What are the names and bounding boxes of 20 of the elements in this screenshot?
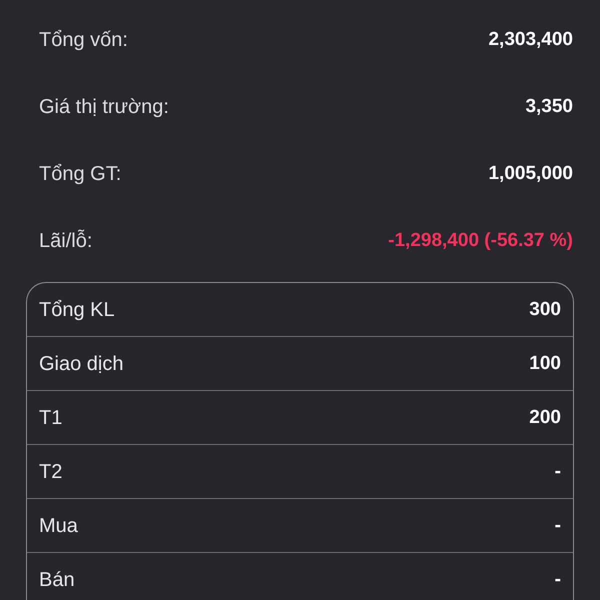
- table-label: Giao dịch: [39, 352, 124, 376]
- summary-value: -1,298,400 (-56.37 %): [388, 228, 573, 252]
- table-value: 300: [529, 298, 561, 322]
- summary-label: Lãi/lỗ:: [39, 228, 92, 252]
- summary-value: 2,303,400: [488, 28, 573, 52]
- summary-label: Tổng vốn:: [39, 28, 128, 52]
- summary-value: 1,005,000: [488, 162, 573, 186]
- summary-label: Giá thị trường:: [39, 94, 169, 118]
- table-value: -: [554, 568, 561, 592]
- table-value: 200: [529, 406, 561, 430]
- summary-value: 3,350: [525, 94, 573, 118]
- table-label: T2: [39, 460, 62, 484]
- table-value: -: [554, 514, 561, 538]
- table-value: 100: [529, 352, 561, 376]
- table-label: Tổng KL: [39, 298, 115, 322]
- summary-label: Tổng GT:: [39, 162, 122, 186]
- table-label: Bán: [39, 568, 75, 592]
- table-label: T1: [39, 406, 62, 430]
- table-value: -: [554, 460, 561, 484]
- table-label: Mua: [39, 514, 78, 538]
